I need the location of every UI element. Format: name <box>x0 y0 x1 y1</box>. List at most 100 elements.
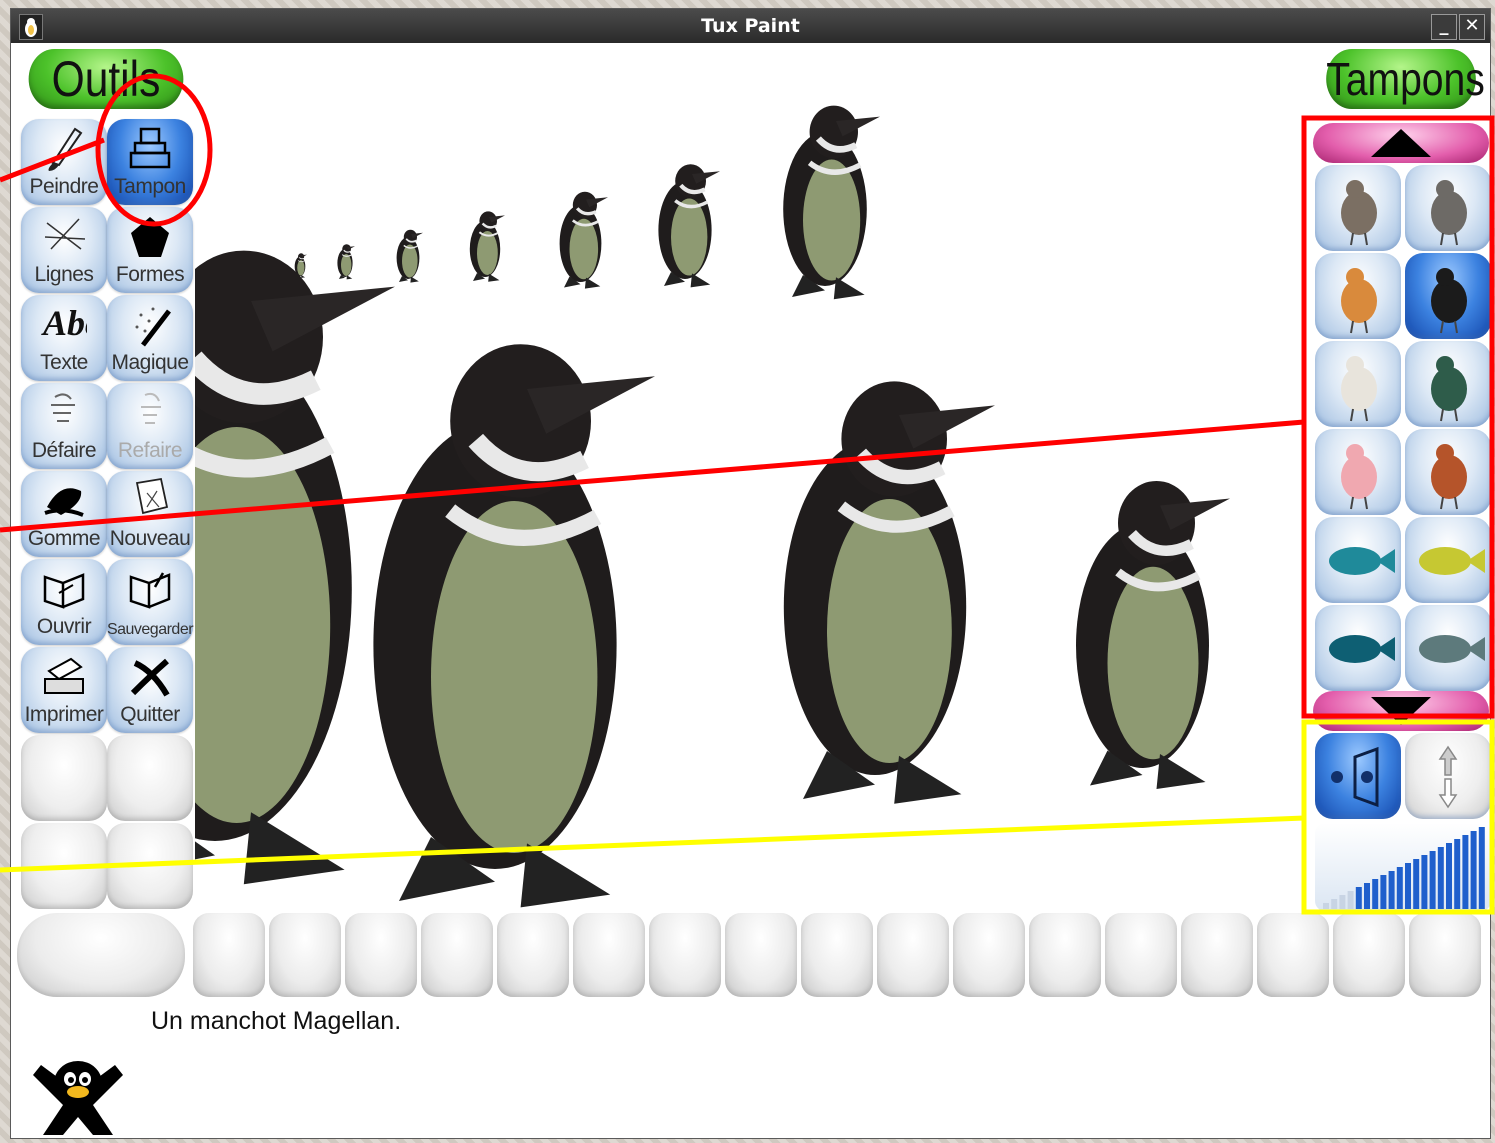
size-level-bar <box>1429 851 1436 909</box>
color-slot[interactable] <box>801 913 873 997</box>
stamp-thumbnail-icon <box>1431 268 1467 334</box>
shapes-icon <box>127 213 173 259</box>
color-slot[interactable] <box>1409 913 1481 997</box>
size-level-bar <box>1421 855 1428 909</box>
size-level-bar <box>1462 835 1469 909</box>
quit-icon <box>127 653 173 699</box>
color-slot[interactable] <box>345 913 417 997</box>
stamp-clownfish[interactable] <box>1315 605 1401 691</box>
stamp-thumbnail-icon <box>1431 444 1467 510</box>
color-slot[interactable] <box>953 913 1025 997</box>
color-slot[interactable] <box>1181 913 1253 997</box>
tool-button-quitter[interactable]: Quitter <box>107 647 193 733</box>
stamps-scroll-up-button[interactable] <box>1313 123 1489 163</box>
color-slot[interactable] <box>269 913 341 997</box>
tux-penguin-icon <box>23 1045 133 1139</box>
save-book-icon <box>127 565 173 611</box>
size-level-bar <box>1446 843 1452 909</box>
color-slot[interactable] <box>1029 913 1101 997</box>
close-button[interactable]: ✕ <box>1459 14 1485 40</box>
size-level-bar <box>1396 867 1403 909</box>
open-book-icon <box>41 565 87 611</box>
color-slot[interactable] <box>421 913 493 997</box>
stamp-icon <box>127 125 173 171</box>
drawing-canvas[interactable] <box>195 53 1299 909</box>
size-level-bar <box>1364 883 1370 909</box>
flip-vertical-icon <box>1438 745 1458 809</box>
stamp-striped-tropical-fish[interactable] <box>1405 517 1491 603</box>
stamp-rooster[interactable] <box>1405 429 1491 515</box>
tool-button-imprimer[interactable]: Imprimer <box>21 647 107 733</box>
stamp-blue-fish[interactable] <box>1315 517 1401 603</box>
tool-button-formes[interactable]: Formes <box>107 207 193 293</box>
stamp-guinea-fowl[interactable] <box>1315 165 1401 251</box>
color-slot-large[interactable] <box>17 913 185 997</box>
lines-icon <box>41 213 87 259</box>
color-slot[interactable] <box>497 913 569 997</box>
title-bar: Tux Paint _ ✕ <box>11 9 1490 43</box>
tool-button-gomme[interactable]: Gomme <box>21 471 107 557</box>
tool-label: Formes <box>115 263 185 286</box>
tool-button-nouveau[interactable]: Nouveau <box>107 471 193 557</box>
size-level-bar <box>1323 903 1329 909</box>
size-level-bar <box>1355 887 1362 909</box>
tool-slot-empty <box>21 823 107 909</box>
mirror-flip-icon <box>1331 746 1379 808</box>
tool-slot-empty <box>107 735 193 821</box>
stamp-thumbnail-icon <box>1341 180 1377 246</box>
tool-label: Tampon <box>114 175 186 198</box>
size-level-bar <box>1372 879 1379 909</box>
tool-button-magique[interactable]: Magique <box>107 295 193 381</box>
tool-label: Sauvegarder <box>106 621 194 638</box>
tool-button-sauvegarder[interactable]: Sauvegarder <box>107 559 194 645</box>
tool-slot-empty <box>107 823 193 909</box>
tool-button-tampon[interactable]: Tampon <box>107 119 193 205</box>
stamp-magellanic-penguin[interactable] <box>1405 253 1491 339</box>
stamp-grey-fish[interactable] <box>1405 605 1491 691</box>
color-slot[interactable] <box>193 913 265 997</box>
tool-button-lignes[interactable]: Lignes <box>21 207 107 293</box>
color-slot[interactable] <box>1105 913 1177 997</box>
size-level-bar <box>1331 899 1338 909</box>
color-slot[interactable] <box>649 913 721 997</box>
stamp-thumbnail-icon <box>1431 356 1467 422</box>
magic-wand-icon <box>127 301 173 347</box>
tool-button-texte[interactable]: Abc Texte <box>21 295 107 381</box>
status-message: Un manchot Magellan. <box>151 1007 402 1035</box>
undo-icon <box>41 389 87 435</box>
app-window: Tux Paint _ ✕ Outils Peindre Tampon Lignes… <box>10 8 1491 1139</box>
color-slot[interactable] <box>1257 913 1329 997</box>
stamps-scroll-down-button[interactable] <box>1313 691 1489 731</box>
tool-label: Imprimer <box>24 703 104 726</box>
tool-button-defaire[interactable]: Défaire <box>21 383 107 469</box>
color-slot[interactable] <box>573 913 645 997</box>
tools-header: Outils <box>28 49 184 109</box>
stamp-thumbnail-icon <box>1431 180 1467 246</box>
size-level-bar <box>1380 875 1387 909</box>
flip-stamp-button[interactable] <box>1405 733 1491 819</box>
size-slider-icon <box>1323 827 1485 909</box>
color-slot[interactable] <box>725 913 797 997</box>
color-slot[interactable] <box>1333 913 1405 997</box>
minimize-button[interactable]: _ <box>1431 14 1457 40</box>
tool-button-ouvrir[interactable]: Ouvrir <box>21 559 107 645</box>
tool-label: Peindre <box>29 175 99 198</box>
color-slot[interactable] <box>877 913 949 997</box>
stamps-header: Tampons <box>1326 49 1485 109</box>
stamp-size-slider[interactable] <box>1315 823 1491 911</box>
new-page-icon <box>127 477 173 523</box>
text-icon: Abc <box>41 301 101 347</box>
tool-label: Quitter <box>120 703 180 726</box>
tool-label: Texte <box>40 351 88 374</box>
stamp-peacock[interactable] <box>1405 341 1491 427</box>
stamp-ostrich[interactable] <box>1315 341 1401 427</box>
stamp-crowned-crane[interactable] <box>1405 165 1491 251</box>
stamp-flamingo[interactable] <box>1315 429 1401 515</box>
printer-icon <box>41 653 87 699</box>
stamp-thumbnail-icon <box>1329 635 1395 663</box>
size-level-bar <box>1405 863 1411 909</box>
stamp-hen[interactable] <box>1315 253 1401 339</box>
tool-button-peindre[interactable]: Peindre <box>21 119 107 205</box>
mirror-stamp-button[interactable] <box>1315 733 1401 819</box>
size-level-bar <box>1454 839 1461 909</box>
